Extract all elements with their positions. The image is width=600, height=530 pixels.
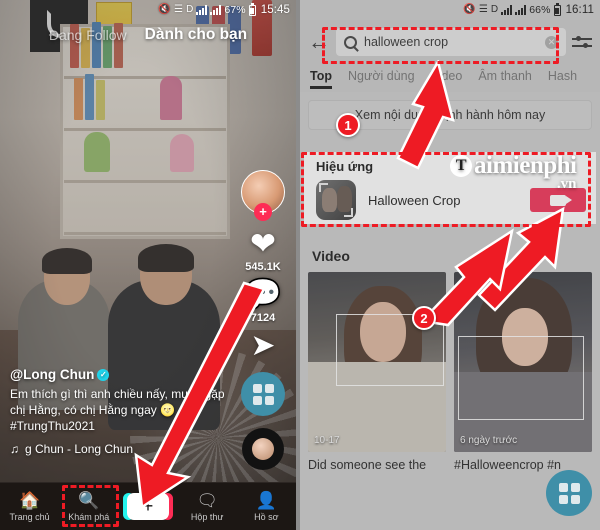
- back-arrow-icon[interactable]: ←: [308, 31, 330, 53]
- battery-icon: [248, 2, 256, 16]
- grid-overlay-button[interactable]: [241, 372, 285, 416]
- clear-x-icon[interactable]: ✕: [545, 35, 558, 49]
- video-caption-1: Did someone see the: [308, 458, 427, 472]
- signal-icon-2: [515, 5, 527, 15]
- caption-text: Em thích gì thì anh chiều nấy, muốn gặp …: [10, 387, 225, 433]
- right-phone-screen: 🔇 ☰ D 66% 16:11 ← halloween crop ✕ Top N…: [300, 0, 600, 530]
- video-camera-icon: [550, 194, 572, 206]
- nav-hop-thu[interactable]: 🗨 Hộp thư: [181, 490, 233, 522]
- video-card-1[interactable]: 10-17 Did someone see the: [308, 272, 446, 488]
- avatar[interactable]: +: [241, 170, 285, 221]
- tab-danh-cho-ban[interactable]: Dành cho bạn: [145, 26, 247, 44]
- trending-banner[interactable]: Xem nội dung thịnh hành hôm nay: [308, 100, 592, 130]
- video-caption: @Long Chun ✓ Em thích gì thì anh chiều n…: [10, 367, 225, 456]
- like-button[interactable]: ❤ 545.1K: [245, 228, 281, 274]
- use-effect-button[interactable]: [530, 188, 586, 212]
- feed-top-tabs: Đang Follow Dành cho bạn: [0, 26, 296, 44]
- battery-percent: 66%: [529, 4, 551, 16]
- search-icon: 🔍: [78, 490, 100, 510]
- search-input[interactable]: halloween crop ✕: [336, 28, 566, 56]
- tab-hashtag[interactable]: Hash: [548, 69, 577, 88]
- screenshot-stage: 🔇 ☰ D 67% 15:45 Đang Follow Dành cho bạn…: [0, 0, 600, 530]
- data-icon: D: [186, 4, 194, 15]
- tab-video[interactable]: Video: [431, 69, 463, 88]
- video-card-2[interactable]: 6 ngày trước #Halloweencrop #n: [454, 272, 592, 488]
- verified-badge-icon: ✓: [97, 368, 110, 381]
- nav-ho-so[interactable]: 👤 Hồ sơ: [240, 490, 292, 522]
- comment-button[interactable]: 💬 7124: [244, 279, 281, 325]
- nav-create[interactable]: +: [122, 493, 174, 520]
- action-rail: + ❤ 545.1K 💬 7124 ➤: [236, 170, 290, 470]
- caption-username-row[interactable]: @Long Chun ✓: [10, 367, 225, 382]
- nav-label-profile: Hồ sơ: [254, 511, 279, 522]
- search-icon: [344, 35, 357, 49]
- search-header: ← halloween crop ✕: [300, 20, 600, 64]
- wifi-icon: ☰: [478, 4, 488, 15]
- filter-sliders-icon[interactable]: [572, 33, 592, 51]
- nav-label-inbox: Hộp thư: [190, 511, 224, 522]
- clock: 16:11: [565, 4, 594, 16]
- video-thumbnail-1[interactable]: 10-17: [308, 272, 446, 452]
- heart-icon[interactable]: ❤: [250, 228, 276, 260]
- video-thumbnail-2[interactable]: 6 ngày trước: [454, 272, 592, 452]
- profile-icon: 👤: [255, 490, 277, 510]
- video-section-title: Video: [312, 248, 350, 264]
- signal-icon-2: [210, 5, 222, 15]
- follow-plus-icon[interactable]: +: [254, 203, 272, 221]
- effects-section: Hiệu ứng Halloween Crop: [304, 152, 596, 224]
- left-phone-screen: 🔇 ☰ D 67% 15:45 Đang Follow Dành cho bạn…: [0, 0, 296, 530]
- video-date-2: 6 ngày trước: [460, 435, 518, 446]
- wifi-icon: ☰: [173, 4, 184, 15]
- music-disc-icon[interactable]: [242, 428, 284, 470]
- mute-icon: 🔇: [463, 4, 476, 15]
- clock: 15:45: [260, 4, 290, 16]
- data-icon: D: [490, 4, 499, 15]
- nav-label-discover: Khám phá: [68, 511, 110, 522]
- nav-trang-chu[interactable]: 🏠 Trang chủ: [4, 490, 56, 522]
- video-date-1: 10-17: [314, 435, 340, 446]
- bottom-nav: 🏠 Trang chủ 🔍 Khám phá + 🗨 Hộp thư 👤 Hồ …: [0, 482, 296, 530]
- caption-music-row[interactable]: ♫ g Chun - Long Chun: [10, 442, 225, 456]
- video-results-grid: 10-17 Did someone see the 6 ngày trước #…: [308, 272, 592, 488]
- search-result-tabs: Top Người dùng Video Âm thanh Hash: [300, 64, 600, 92]
- signal-icon: [501, 5, 513, 15]
- nav-kham-pha[interactable]: 🔍 Khám phá: [63, 490, 115, 522]
- inbox-icon: 🗨: [196, 490, 218, 510]
- share-button[interactable]: ➤: [250, 330, 275, 362]
- tab-am-thanh[interactable]: Âm thanh: [478, 69, 532, 88]
- tab-dang-follow[interactable]: Đang Follow: [49, 27, 127, 43]
- effects-title: Hiệu ứng: [316, 159, 374, 174]
- share-arrow-icon[interactable]: ➤: [250, 330, 275, 362]
- tab-top[interactable]: Top: [310, 69, 332, 89]
- tab-nguoi-dung[interactable]: Người dùng: [348, 69, 415, 88]
- effect-row[interactable]: Halloween Crop: [304, 174, 596, 220]
- floating-grid-button[interactable]: [546, 470, 592, 516]
- right-status-bar: 🔇 ☰ D 66% 16:11: [300, 0, 600, 20]
- battery-percent: 67%: [224, 4, 246, 16]
- like-count: 545.1K: [245, 261, 281, 273]
- caption-username: @Long Chun: [10, 367, 95, 382]
- effect-name: Halloween Crop: [368, 192, 461, 208]
- left-status-bar: 🔇 ☰ D 67% 15:45: [0, 0, 296, 20]
- search-value: halloween crop: [364, 35, 449, 49]
- nav-label-home: Trang chủ: [9, 511, 50, 522]
- grid-icon: [558, 482, 580, 504]
- effect-thumbnail[interactable]: [316, 180, 356, 220]
- battery-icon: [553, 2, 561, 16]
- signal-icon: [196, 5, 208, 15]
- create-plus-icon[interactable]: +: [122, 493, 173, 520]
- grid-icon: [252, 383, 274, 405]
- music-title: g Chun - Long Chun: [25, 442, 134, 456]
- comment-count: 7124: [250, 312, 276, 324]
- comment-icon[interactable]: 💬: [244, 279, 281, 311]
- home-icon: 🏠: [19, 490, 41, 510]
- mute-icon: 🔇: [158, 4, 171, 15]
- music-note-icon: ♫: [10, 442, 19, 456]
